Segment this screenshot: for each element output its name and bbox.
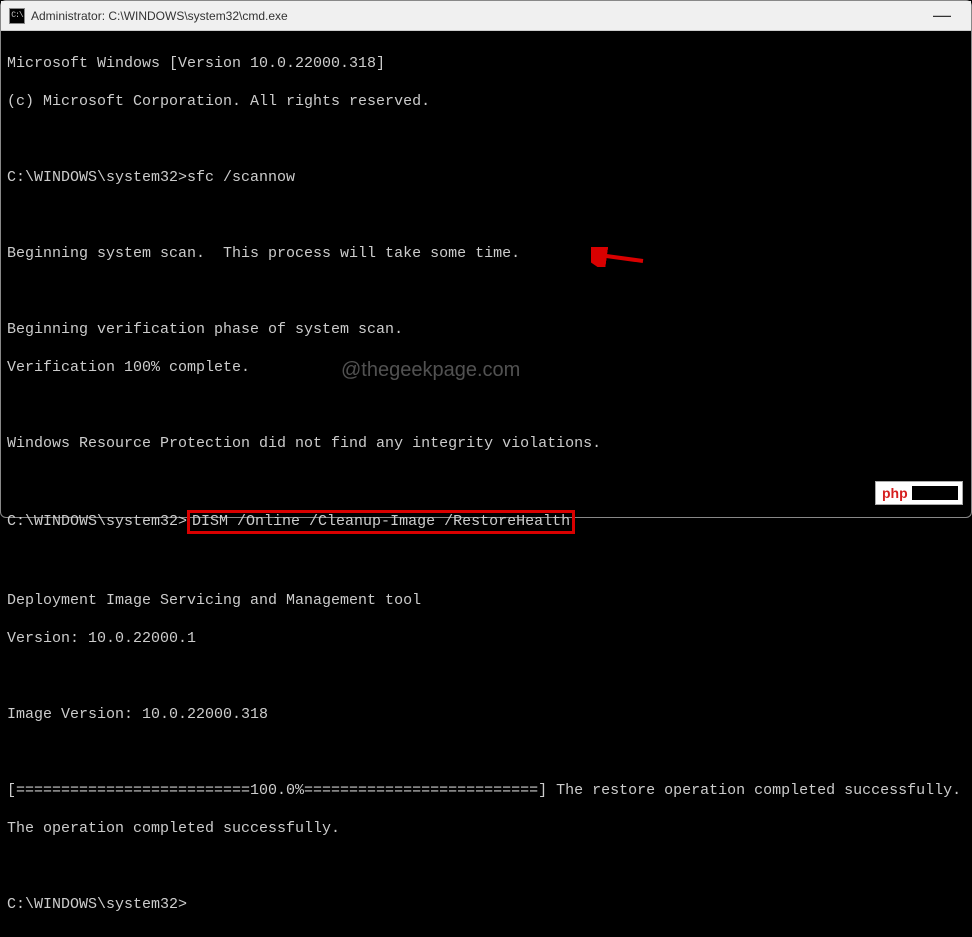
dism-version-line: Version: 10.0.22000.1 (7, 629, 965, 648)
operation-complete-line: The operation completed successfully. (7, 819, 965, 838)
scan-begin-line: Beginning system scan. This process will… (7, 244, 965, 263)
terminal-output[interactable]: Microsoft Windows [Version 10.0.22000.31… (1, 31, 971, 937)
minimize-button[interactable]: — (921, 5, 963, 26)
verification-complete-line: Verification 100% complete. (7, 358, 965, 377)
os-version-line: Microsoft Windows [Version 10.0.22000.31… (7, 54, 965, 73)
cmd-icon: C:\ (9, 8, 25, 24)
badge-text: php (876, 485, 908, 501)
prompt: C:\WINDOWS\system32> (7, 513, 187, 530)
progress-line: [==========================100.0%=======… (7, 781, 965, 800)
window-titlebar[interactable]: C:\ Administrator: C:\WINDOWS\system32\c… (1, 1, 971, 31)
image-version-line: Image Version: 10.0.22000.318 (7, 705, 965, 724)
source-badge: php (875, 481, 963, 505)
prompt: C:\WINDOWS\system32> (7, 896, 187, 913)
badge-block (912, 486, 958, 500)
command-dism-highlighted: DISM /Online /Cleanup-Image /RestoreHeal… (187, 510, 575, 534)
prompt: C:\WINDOWS\system32> (7, 169, 187, 186)
dism-title-line: Deployment Image Servicing and Managemen… (7, 591, 965, 610)
command-sfc: sfc /scannow (187, 169, 295, 186)
sfc-result-line: Windows Resource Protection did not find… (7, 434, 965, 453)
copyright-line: (c) Microsoft Corporation. All rights re… (7, 92, 965, 111)
window-title: Administrator: C:\WINDOWS\system32\cmd.e… (31, 9, 288, 23)
verification-phase-line: Beginning verification phase of system s… (7, 320, 965, 339)
